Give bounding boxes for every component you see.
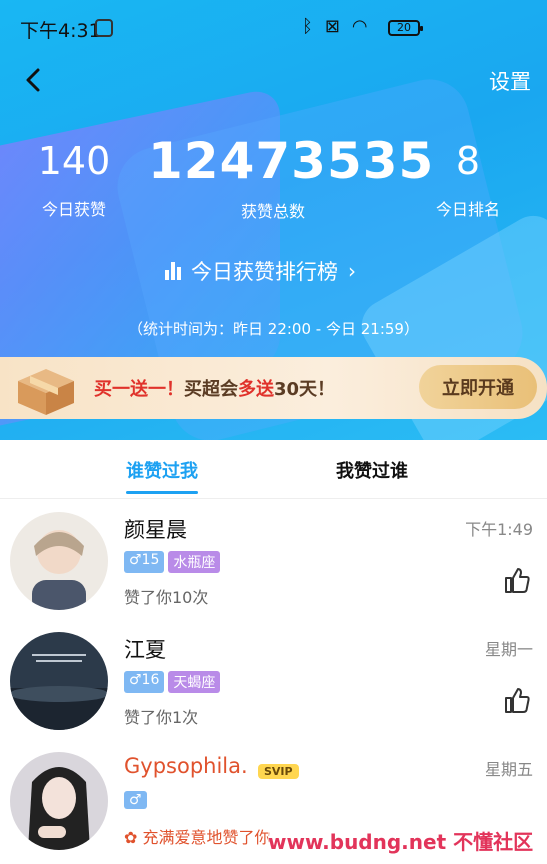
bluetooth-icon: ᛒ (302, 16, 313, 37)
thumbs-up-icon[interactable] (503, 686, 531, 714)
total-likes-stat: 12473535 获赞总数 (148, 132, 435, 222)
gift-box-icon (18, 369, 74, 415)
total-likes-label: 获赞总数 (240, 202, 305, 221)
app-notification-icon (95, 19, 113, 37)
timestamp: 星期五 (484, 760, 533, 779)
tab-bar: 谁赞过我 我赞过谁 (0, 440, 547, 499)
timestamp: 星期一 (484, 640, 533, 659)
today-likes-stat: 140 今日获赞 (34, 140, 114, 220)
zodiac-badge: 天蝎座 (168, 671, 221, 693)
battery-icon: 20 (388, 20, 423, 36)
wifi-icon: ◠ (351, 16, 368, 37)
today-rank-value: 8 (455, 139, 481, 183)
status-time: 下午4:31 (20, 20, 101, 42)
likes-list-panel: 谁赞过我 我赞过谁 颜星晨 ♂15 水瓶座 赞了你10次 下午1:49 江夏 ♂… (0, 440, 547, 860)
rose-icon: ✿ (124, 828, 143, 847)
svip-badge: SVIP (258, 764, 299, 779)
today-likes-value: 140 (37, 139, 111, 183)
user-name[interactable]: Gypsophila. (124, 754, 248, 778)
status-bar: 下午4:31 ᛒ ⊠ ◠ 20 (0, 0, 547, 56)
subscribe-now-button[interactable]: 立即开通 (419, 365, 537, 409)
today-rank-label: 今日排名 (435, 200, 500, 219)
today-rank-stat: 8 今日排名 (428, 140, 508, 220)
avatar[interactable] (10, 752, 108, 850)
site-watermark: www.budng.net 不懂社区 (268, 826, 534, 855)
list-item[interactable]: 江夏 ♂16 天蝎座 赞了你1次 星期一 (0, 624, 547, 744)
user-tags: ♂16 天蝎座 (124, 671, 221, 693)
like-count: 赞了你1次 (124, 708, 199, 727)
promo-banner[interactable]: 买一送一！买超会多送30天！ 立即开通 (0, 357, 547, 419)
promo-text-part: 买超会 (184, 379, 238, 400)
avatar[interactable] (10, 512, 108, 610)
promo-text-part: 多送 (238, 379, 274, 400)
leaderboard-link-label: 今日获赞排行榜 (191, 260, 338, 284)
user-name[interactable]: 颜星晨 (124, 514, 187, 544)
timestamp: 下午1:49 (465, 520, 533, 539)
like-count-text: 充满爱意地赞了你 (142, 828, 271, 847)
settings-button[interactable]: 设置 (489, 66, 531, 96)
bar-chart-icon (165, 262, 181, 280)
stat-period-note: （统计时间为：昨日 22:00 - 今日 21:59） (128, 320, 419, 338)
gender-age-badge: ♂16 (124, 671, 165, 693)
status-icons: ᛒ ⊠ ◠ (302, 16, 368, 37)
tab-who-i-liked[interactable]: 我赞过谁 (336, 457, 408, 483)
gender-badge: ♂ (124, 791, 147, 809)
tab-who-liked-me[interactable]: 谁赞过我 (126, 457, 198, 494)
leaderboard-link[interactable]: 今日获赞排行榜 › (165, 256, 356, 286)
back-arrow-icon (26, 68, 40, 92)
back-button[interactable] (20, 62, 50, 98)
like-count: 赞了你10次 (124, 588, 209, 607)
like-count: ✿ 充满爱意地赞了你 (124, 824, 271, 848)
total-likes-value: 12473535 (148, 132, 435, 190)
promo-text: 买一送一！买超会多送30天！ (94, 375, 335, 401)
avatar[interactable] (10, 632, 108, 730)
user-tags: ♂15 水瓶座 (124, 551, 221, 573)
promo-text-part: 30天！ (274, 379, 336, 400)
user-name[interactable]: 江夏 (124, 634, 166, 664)
zodiac-badge: 水瓶座 (168, 551, 221, 573)
gender-age-badge: ♂15 (124, 551, 165, 573)
sim-off-icon: ⊠ (324, 16, 340, 37)
thumbs-up-icon[interactable] (503, 566, 531, 594)
promo-text-part: 买一送一！ (94, 379, 184, 400)
user-tags: ♂ (124, 791, 147, 809)
today-likes-label: 今日获赞 (41, 200, 106, 219)
chevron-right-icon: › (348, 259, 356, 283)
list-item[interactable]: 颜星晨 ♂15 水瓶座 赞了你10次 下午1:49 (0, 504, 547, 624)
